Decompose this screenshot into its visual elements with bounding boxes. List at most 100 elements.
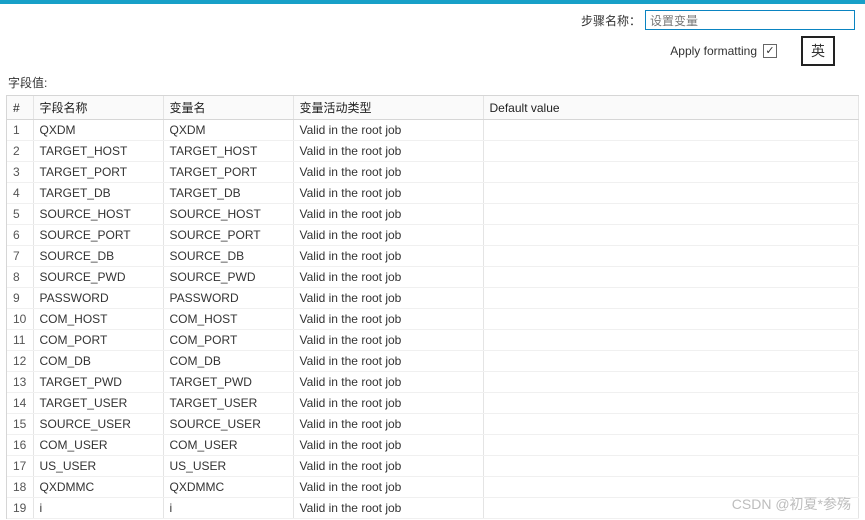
cell-default-value[interactable]: [483, 435, 859, 456]
cell-var-name[interactable]: TARGET_PWD: [163, 372, 293, 393]
cell-activity-type[interactable]: Valid in the root job: [293, 414, 483, 435]
cell-default-value[interactable]: [483, 393, 859, 414]
cell-default-value[interactable]: [483, 246, 859, 267]
cell-default-value[interactable]: [483, 267, 859, 288]
cell-field-name[interactable]: SOURCE_DB: [33, 246, 163, 267]
cell-activity-type[interactable]: Valid in the root job: [293, 141, 483, 162]
cell-field-name[interactable]: COM_HOST: [33, 309, 163, 330]
cell-field-name[interactable]: SOURCE_PWD: [33, 267, 163, 288]
table-row[interactable]: 10COM_HOSTCOM_HOSTValid in the root job: [7, 309, 859, 330]
cell-index[interactable]: 1: [7, 120, 33, 141]
cell-activity-type[interactable]: Valid in the root job: [293, 204, 483, 225]
cell-activity-type[interactable]: Valid in the root job: [293, 477, 483, 498]
cell-field-name[interactable]: COM_PORT: [33, 330, 163, 351]
cell-var-name[interactable]: US_USER: [163, 456, 293, 477]
col-default-value[interactable]: Default value: [483, 96, 859, 120]
cell-index[interactable]: 18: [7, 477, 33, 498]
cell-default-value[interactable]: [483, 456, 859, 477]
table-row[interactable]: 13TARGET_PWDTARGET_PWDValid in the root …: [7, 372, 859, 393]
cell-default-value[interactable]: [483, 288, 859, 309]
cell-activity-type[interactable]: Valid in the root job: [293, 456, 483, 477]
cell-index[interactable]: 13: [7, 372, 33, 393]
cell-var-name[interactable]: TARGET_DB: [163, 183, 293, 204]
cell-var-name[interactable]: SOURCE_PWD: [163, 267, 293, 288]
col-index[interactable]: #: [7, 96, 33, 120]
cell-field-name[interactable]: i: [33, 498, 163, 519]
cell-field-name[interactable]: US_USER: [33, 456, 163, 477]
cell-var-name[interactable]: TARGET_HOST: [163, 141, 293, 162]
cell-default-value[interactable]: [483, 120, 859, 141]
cell-activity-type[interactable]: Valid in the root job: [293, 225, 483, 246]
cell-index[interactable]: 11: [7, 330, 33, 351]
cell-var-name[interactable]: COM_DB: [163, 351, 293, 372]
table-row[interactable]: 7SOURCE_DBSOURCE_DBValid in the root job: [7, 246, 859, 267]
table-row[interactable]: 19iiValid in the root job: [7, 498, 859, 519]
cell-activity-type[interactable]: Valid in the root job: [293, 372, 483, 393]
cell-index[interactable]: 9: [7, 288, 33, 309]
step-name-input[interactable]: [645, 10, 855, 30]
cell-index[interactable]: 15: [7, 414, 33, 435]
cell-activity-type[interactable]: Valid in the root job: [293, 393, 483, 414]
cell-index[interactable]: 14: [7, 393, 33, 414]
cell-default-value[interactable]: [483, 351, 859, 372]
table-row[interactable]: 16COM_USERCOM_USERValid in the root job: [7, 435, 859, 456]
cell-var-name[interactable]: TARGET_PORT: [163, 162, 293, 183]
cell-index[interactable]: 4: [7, 183, 33, 204]
cell-activity-type[interactable]: Valid in the root job: [293, 120, 483, 141]
cell-default-value[interactable]: [483, 330, 859, 351]
table-row[interactable]: 9PASSWORDPASSWORDValid in the root job: [7, 288, 859, 309]
cell-var-name[interactable]: i: [163, 498, 293, 519]
cell-field-name[interactable]: SOURCE_PORT: [33, 225, 163, 246]
cell-var-name[interactable]: QXDM: [163, 120, 293, 141]
cell-var-name[interactable]: SOURCE_USER: [163, 414, 293, 435]
cell-default-value[interactable]: [483, 204, 859, 225]
cell-var-name[interactable]: PASSWORD: [163, 288, 293, 309]
cell-index[interactable]: 6: [7, 225, 33, 246]
table-row[interactable]: 18QXDMMCQXDMMCValid in the root job: [7, 477, 859, 498]
cell-default-value[interactable]: [483, 225, 859, 246]
cell-default-value[interactable]: [483, 309, 859, 330]
cell-default-value[interactable]: [483, 141, 859, 162]
cell-index[interactable]: 19: [7, 498, 33, 519]
cell-var-name[interactable]: SOURCE_HOST: [163, 204, 293, 225]
cell-activity-type[interactable]: Valid in the root job: [293, 246, 483, 267]
cell-index[interactable]: 3: [7, 162, 33, 183]
table-row[interactable]: 6SOURCE_PORTSOURCE_PORTValid in the root…: [7, 225, 859, 246]
ime-badge[interactable]: 英: [801, 36, 835, 66]
table-row[interactable]: 5SOURCE_HOSTSOURCE_HOSTValid in the root…: [7, 204, 859, 225]
cell-activity-type[interactable]: Valid in the root job: [293, 435, 483, 456]
cell-field-name[interactable]: TARGET_DB: [33, 183, 163, 204]
cell-index[interactable]: 8: [7, 267, 33, 288]
table-row[interactable]: 15SOURCE_USERSOURCE_USERValid in the roo…: [7, 414, 859, 435]
cell-default-value[interactable]: [483, 372, 859, 393]
cell-activity-type[interactable]: Valid in the root job: [293, 309, 483, 330]
cell-var-name[interactable]: QXDMMC: [163, 477, 293, 498]
col-var-name[interactable]: 变量名: [163, 96, 293, 120]
cell-default-value[interactable]: [483, 162, 859, 183]
cell-var-name[interactable]: TARGET_USER: [163, 393, 293, 414]
cell-index[interactable]: 12: [7, 351, 33, 372]
cell-activity-type[interactable]: Valid in the root job: [293, 330, 483, 351]
cell-field-name[interactable]: COM_USER: [33, 435, 163, 456]
cell-activity-type[interactable]: Valid in the root job: [293, 288, 483, 309]
table-row[interactable]: 3TARGET_PORTTARGET_PORTValid in the root…: [7, 162, 859, 183]
cell-index[interactable]: 7: [7, 246, 33, 267]
cell-field-name[interactable]: SOURCE_USER: [33, 414, 163, 435]
table-row[interactable]: 17US_USERUS_USERValid in the root job: [7, 456, 859, 477]
table-row[interactable]: 4TARGET_DBTARGET_DBValid in the root job: [7, 183, 859, 204]
cell-field-name[interactable]: QXDM: [33, 120, 163, 141]
cell-index[interactable]: 2: [7, 141, 33, 162]
cell-index[interactable]: 17: [7, 456, 33, 477]
cell-field-name[interactable]: QXDMMC: [33, 477, 163, 498]
table-row[interactable]: 12COM_DBCOM_DBValid in the root job: [7, 351, 859, 372]
cell-field-name[interactable]: COM_DB: [33, 351, 163, 372]
table-row[interactable]: 2TARGET_HOSTTARGET_HOSTValid in the root…: [7, 141, 859, 162]
cell-index[interactable]: 16: [7, 435, 33, 456]
cell-index[interactable]: 5: [7, 204, 33, 225]
table-row[interactable]: 14TARGET_USERTARGET_USERValid in the roo…: [7, 393, 859, 414]
cell-activity-type[interactable]: Valid in the root job: [293, 351, 483, 372]
table-row[interactable]: 8SOURCE_PWDSOURCE_PWDValid in the root j…: [7, 267, 859, 288]
cell-field-name[interactable]: TARGET_HOST: [33, 141, 163, 162]
cell-default-value[interactable]: [483, 414, 859, 435]
cell-activity-type[interactable]: Valid in the root job: [293, 267, 483, 288]
